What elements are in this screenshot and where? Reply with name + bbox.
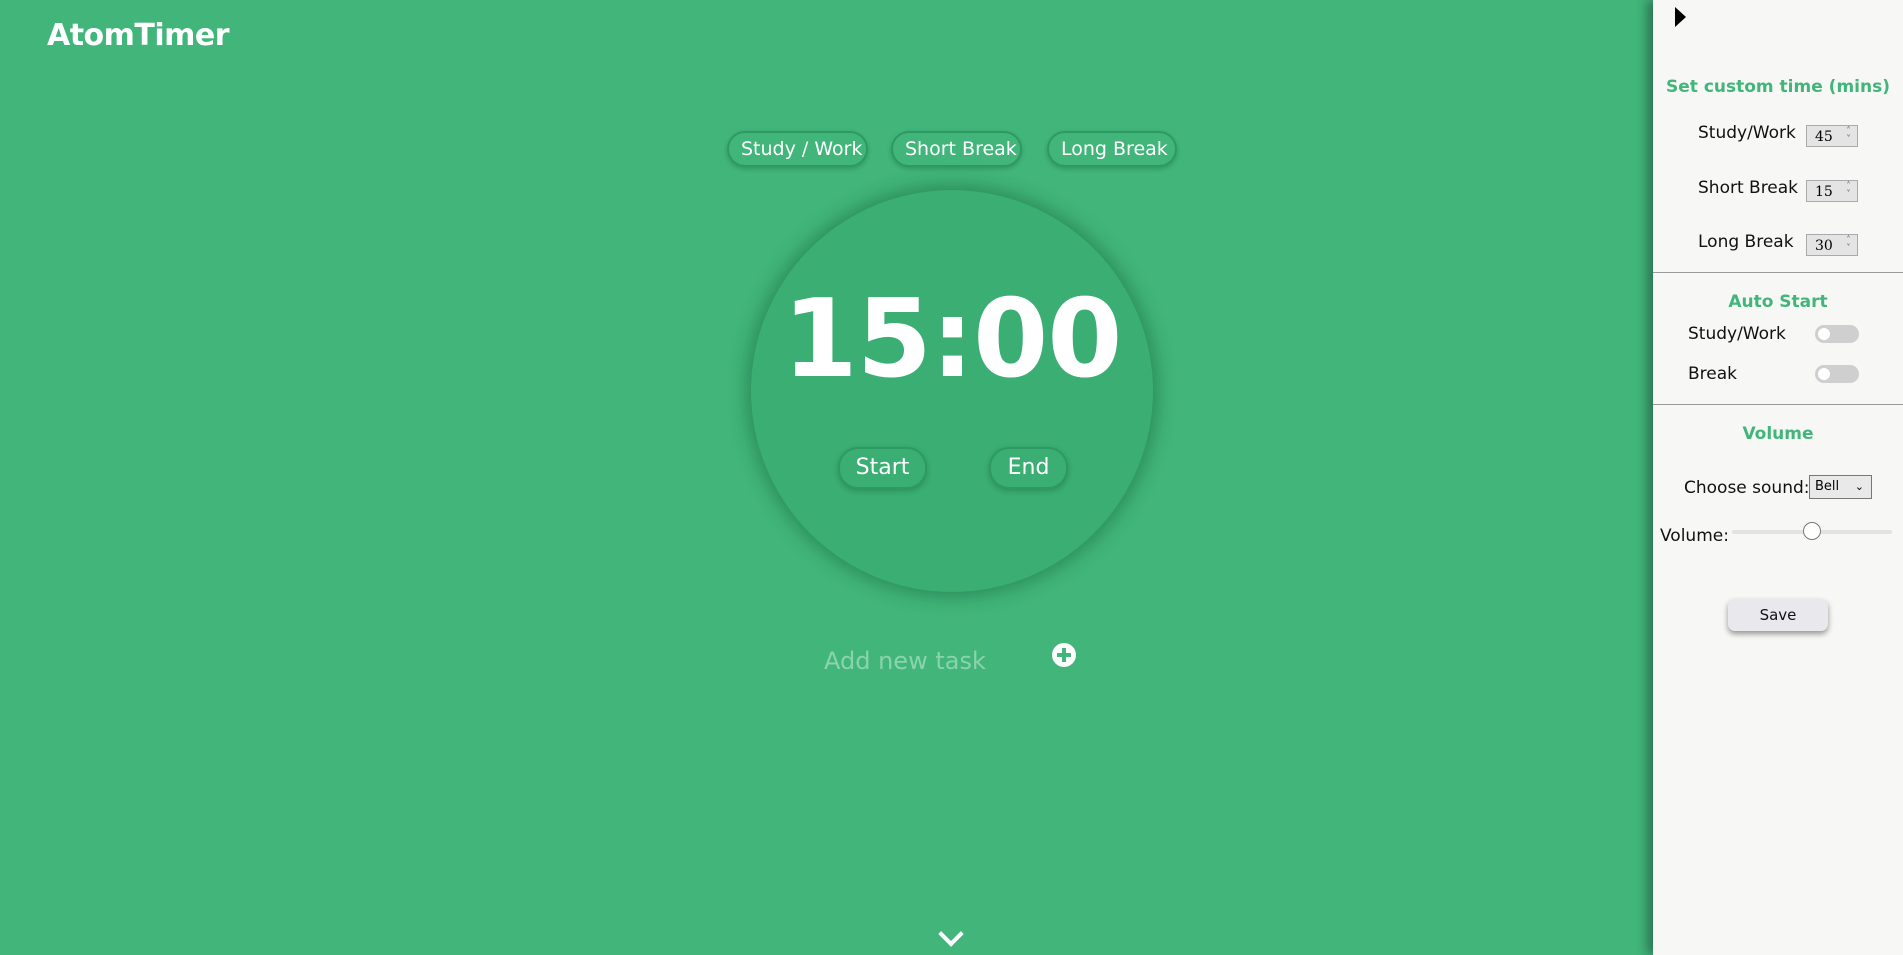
mode-study-button[interactable]: Study / Work xyxy=(727,131,868,167)
chevron-down-icon[interactable] xyxy=(938,921,964,947)
auto-start-title: Auto Start xyxy=(1728,292,1828,312)
long-break-time-value: 30 xyxy=(1815,238,1833,254)
sound-select[interactable]: Bell ⌄ xyxy=(1809,475,1872,499)
spinner-icon[interactable]: ˄ ˅ xyxy=(1843,128,1854,145)
mode-selector: Study / Work Short Break Long Break xyxy=(727,131,1177,169)
timer-circle: 15:00 Start End xyxy=(751,190,1153,592)
spinner-icon[interactable]: ˄ ˅ xyxy=(1843,237,1854,254)
volume-title: Volume xyxy=(1742,424,1814,444)
short-break-time-value: 15 xyxy=(1815,184,1833,200)
divider xyxy=(1653,272,1903,273)
volume-label: Volume: xyxy=(1660,526,1729,546)
plus-circle-icon[interactable] xyxy=(1052,643,1076,667)
end-button[interactable]: End xyxy=(989,447,1068,489)
spinner-icon[interactable]: ˄ ˅ xyxy=(1843,183,1854,200)
add-task-input[interactable] xyxy=(822,640,1046,682)
save-button[interactable]: Save xyxy=(1728,599,1828,631)
study-time-label: Study/Work xyxy=(1698,123,1796,143)
mode-long-break-button[interactable]: Long Break xyxy=(1047,131,1177,167)
long-break-time-input[interactable]: 30 ˄ ˅ xyxy=(1806,234,1858,256)
study-time-input[interactable]: 45 ˄ ˅ xyxy=(1806,125,1858,147)
divider xyxy=(1653,404,1903,405)
start-button[interactable]: Start xyxy=(838,447,927,489)
auto-start-study-label: Study/Work xyxy=(1688,324,1786,344)
chevron-down-icon: ⌄ xyxy=(1854,480,1864,493)
volume-slider[interactable] xyxy=(1732,522,1892,540)
app-logo: AtomTimer xyxy=(47,18,230,53)
timer-display: 15:00 xyxy=(782,277,1123,402)
auto-start-break-label: Break xyxy=(1688,364,1737,384)
auto-start-study-toggle[interactable] xyxy=(1815,325,1859,343)
sound-select-value: Bell xyxy=(1815,479,1840,494)
mode-short-break-button[interactable]: Short Break xyxy=(891,131,1022,167)
caret-right-icon[interactable] xyxy=(1675,7,1686,27)
auto-start-break-toggle[interactable] xyxy=(1815,365,1859,383)
settings-panel: Set custom time (mins) Study/Work 45 ˄ ˅ … xyxy=(1653,0,1903,955)
volume-slider-thumb[interactable] xyxy=(1803,522,1821,540)
short-break-time-input[interactable]: 15 ˄ ˅ xyxy=(1806,180,1858,202)
long-break-time-label: Long Break xyxy=(1698,232,1794,252)
custom-time-title: Set custom time (mins) xyxy=(1666,77,1890,97)
study-time-value: 45 xyxy=(1815,129,1833,145)
sound-label: Choose sound: xyxy=(1684,478,1810,498)
short-break-time-label: Short Break xyxy=(1698,178,1799,198)
